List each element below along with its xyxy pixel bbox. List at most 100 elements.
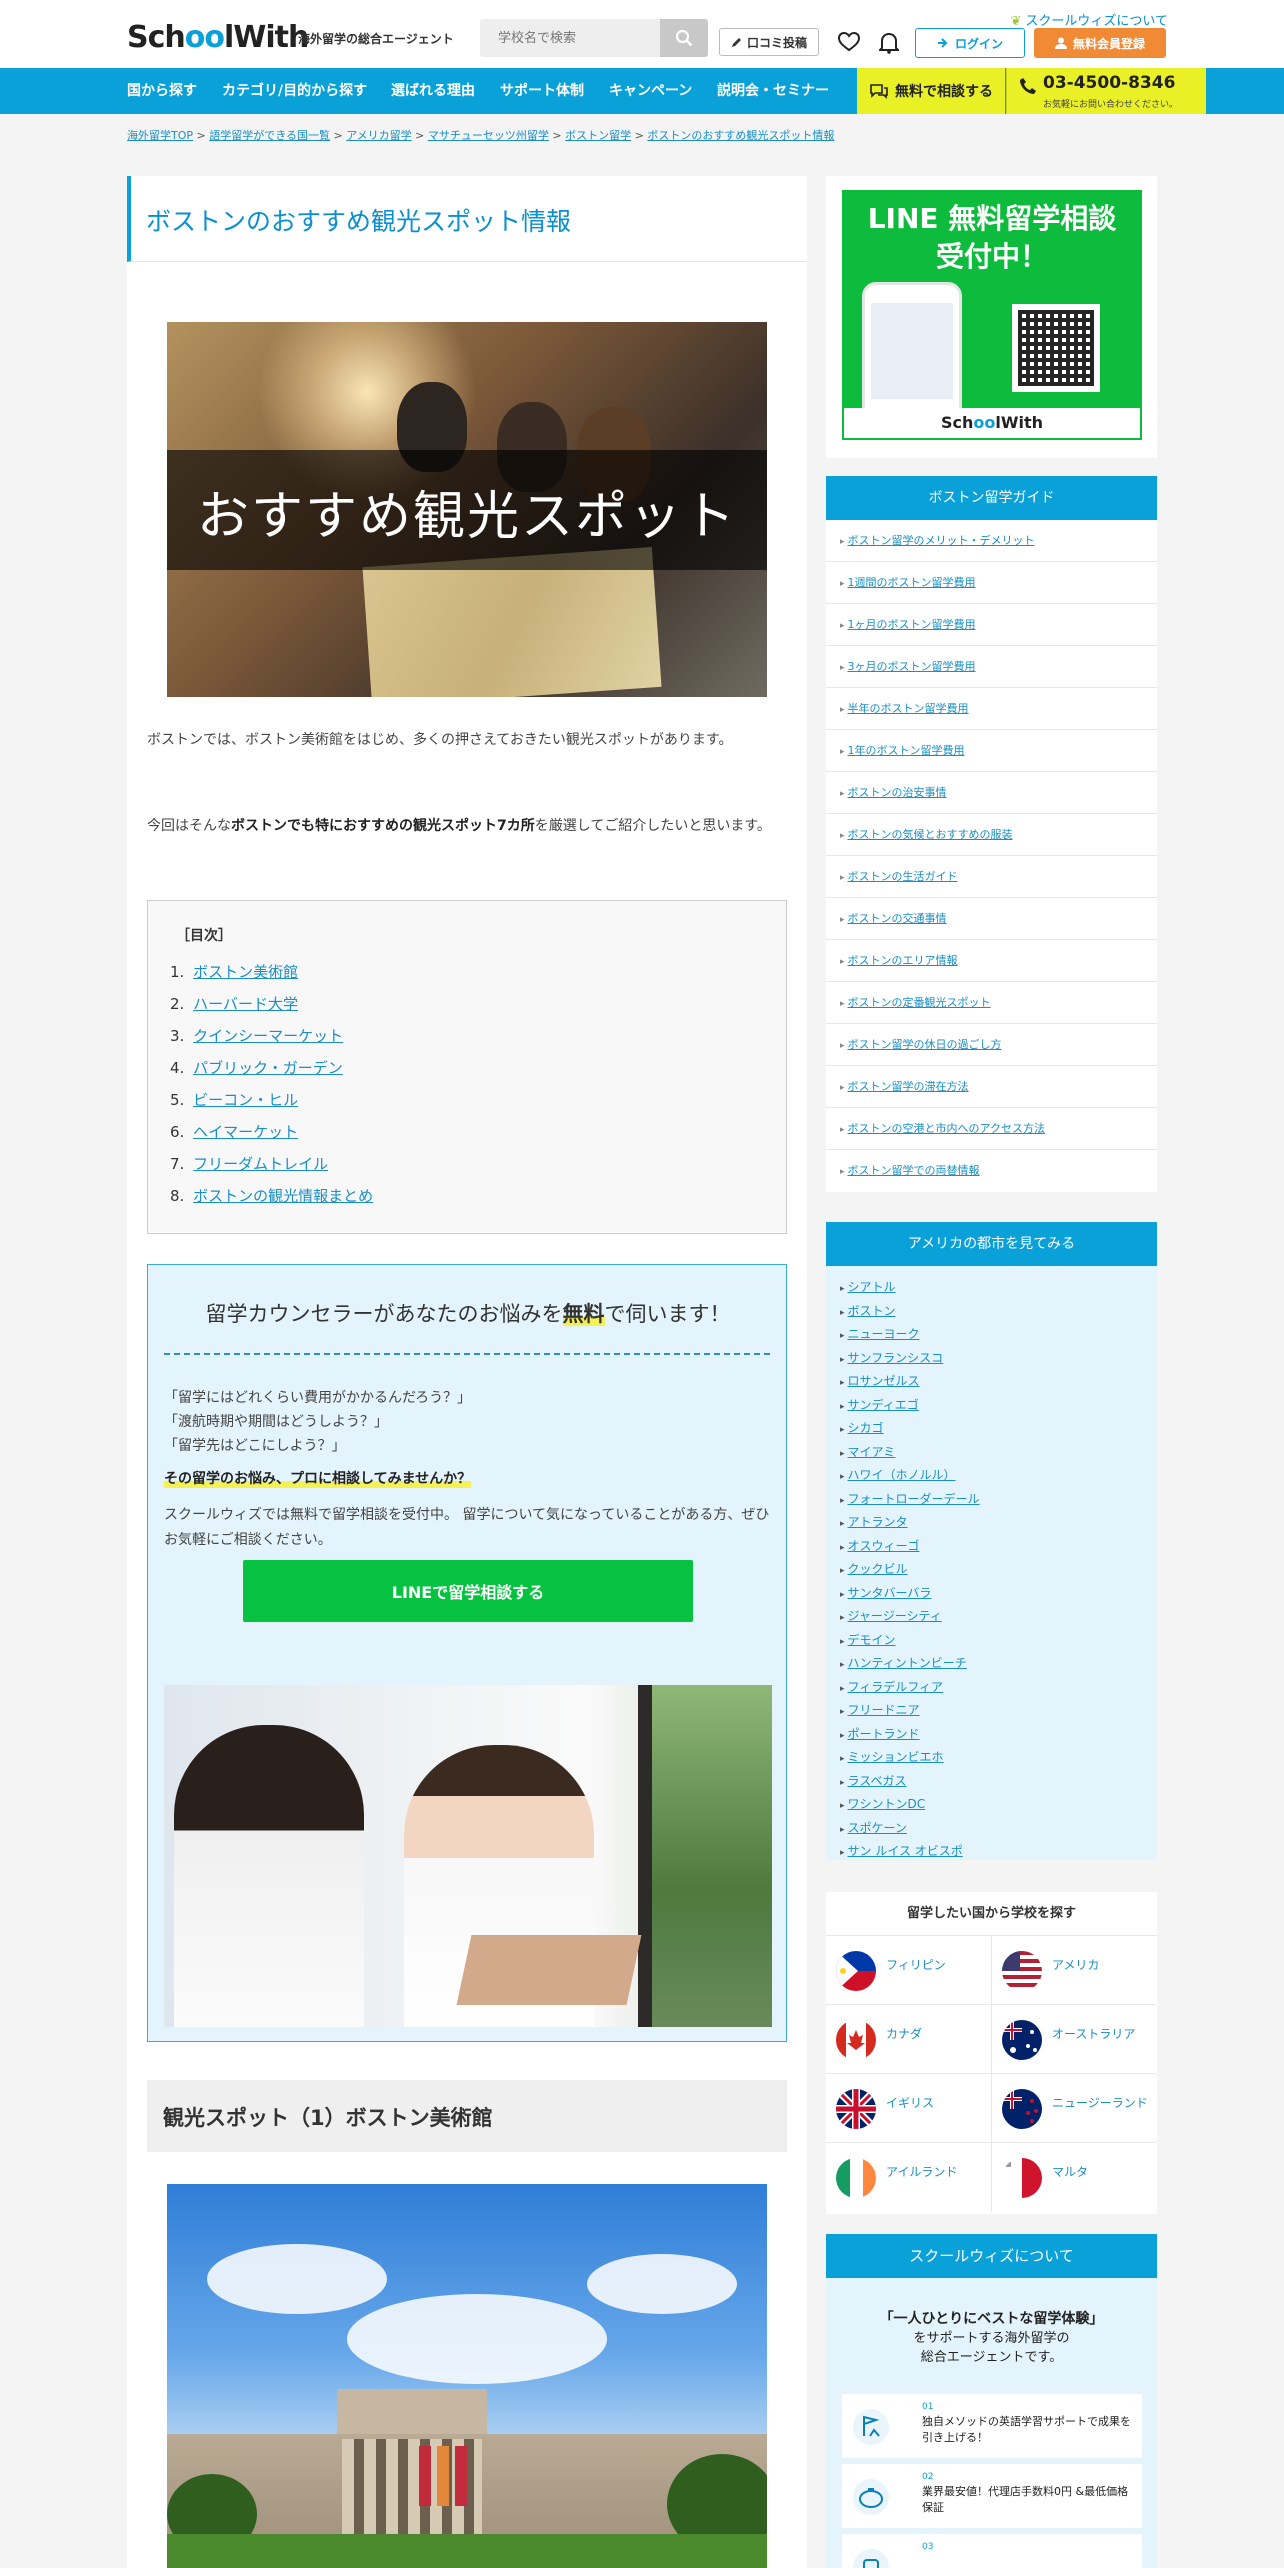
toc-link[interactable]: ビーコン・ヒル	[193, 1091, 298, 1109]
city-link[interactable]: ミッションビエホ	[848, 1750, 944, 1764]
toc-link[interactable]: ヘイマーケット	[193, 1123, 298, 1141]
guide-item: ボストンの生活ガイド	[826, 856, 1157, 898]
toc-link[interactable]: パブリック・ガーデン	[193, 1059, 343, 1077]
guide-link[interactable]: ボストンの空港と市内へのアクセス方法	[848, 1122, 1045, 1135]
free-consult-button[interactable]: 無料で相談する	[857, 68, 1005, 114]
nav-item-campaign[interactable]: キャンペーン	[609, 68, 692, 114]
nav-item-reasons[interactable]: 選ばれる理由	[391, 68, 475, 114]
city-link[interactable]: シアトル	[848, 1280, 896, 1294]
city-link[interactable]: ニューヨーク	[848, 1327, 920, 1341]
city-link[interactable]: ロサンゼルス	[848, 1374, 920, 1388]
ireland-flag-icon	[836, 2158, 876, 2198]
malta-flag-icon	[1002, 2158, 1042, 2198]
toc-title: ［目次］	[176, 928, 232, 944]
city-link[interactable]: サンタバーバラ	[848, 1586, 932, 1600]
guide-link[interactable]: 半年のボストン留学費用	[848, 702, 969, 715]
guide-link[interactable]: 3ヶ月のボストン留学費用	[848, 660, 976, 673]
guide-link[interactable]: ボストンの治安事情	[848, 786, 947, 799]
toc-link[interactable]: ボストン美術館	[193, 963, 298, 981]
city-link[interactable]: ラスベガス	[848, 1774, 907, 1788]
toc-link[interactable]: ハーバード大学	[193, 995, 298, 1013]
toc-link[interactable]: ボストンの観光情報まとめ	[193, 1187, 373, 1205]
city-link[interactable]: ハンティントンビーチ	[848, 1656, 967, 1670]
breadcrumb-current[interactable]: ボストンのおすすめ観光スポット情報	[647, 129, 834, 142]
country-item-usa[interactable]: アメリカ	[991, 1936, 1156, 2005]
guide-link[interactable]: 1年のボストン留学費用	[848, 744, 965, 757]
about-title: スクールウィズについて	[826, 2234, 1157, 2278]
about-card[interactable]: 02 業界最安値！代理店手数料0円 &最低価格保証	[842, 2464, 1142, 2528]
city-link[interactable]: クックビル	[848, 1562, 908, 1576]
login-button[interactable]: ログイン	[915, 28, 1025, 58]
country-item-uk[interactable]: イギリス	[826, 2074, 991, 2143]
city-link[interactable]: ポートランド	[848, 1727, 920, 1741]
guide-link[interactable]: 1ヶ月のボストン留学費用	[848, 618, 976, 631]
country-item-australia[interactable]: オーストラリア	[991, 2005, 1156, 2074]
city-link[interactable]: シカゴ	[848, 1421, 884, 1435]
breadcrumb-link[interactable]: 語学留学ができる国一覧	[209, 129, 330, 142]
city-link[interactable]: アトランタ	[848, 1515, 908, 1529]
breadcrumb-link[interactable]: ボストン留学	[565, 129, 631, 142]
city-item: ミッションビエホ	[840, 1748, 944, 1768]
guide-link[interactable]: ボストンの生活ガイド	[848, 870, 958, 883]
tagline: 海外留学の総合エージェント	[298, 32, 454, 46]
city-link[interactable]: フリードニア	[848, 1703, 920, 1717]
search-input[interactable]	[480, 19, 660, 57]
city-link[interactable]: スポケーン	[848, 1821, 907, 1835]
country-item-malta[interactable]: マルタ	[991, 2143, 1156, 2212]
country-item-canada[interactable]: カナダ	[826, 2005, 991, 2074]
search-button[interactable]	[660, 19, 708, 57]
country-item-philippines[interactable]: フィリピン	[826, 1936, 991, 2005]
guide-title: ボストン留学ガイド	[826, 476, 1157, 520]
guide-link[interactable]: ボストン留学の滞在方法	[848, 1080, 969, 1093]
city-link[interactable]: ハワイ（ホノルル）	[848, 1468, 956, 1482]
country-item-new-zealand[interactable]: ニュージーランド	[991, 2074, 1156, 2143]
about-link[interactable]: ❦ スクールウィズについて	[1010, 10, 1168, 29]
flag-person-icon	[853, 2409, 889, 2445]
guide-link[interactable]: ボストンのエリア情報	[848, 954, 958, 967]
review-button[interactable]: 口コミ投稿	[719, 28, 819, 56]
toc-link[interactable]: クインシーマーケット	[193, 1027, 343, 1045]
breadcrumb-link[interactable]: アメリカ留学	[346, 129, 411, 142]
toc-item: 6. ヘイマーケット	[170, 1123, 299, 1141]
city-link[interactable]: サン ルイス オビスポ	[848, 1844, 963, 1858]
city-link[interactable]: ワシントンDC	[848, 1797, 926, 1811]
phone-contact[interactable]: 03-4500-8346 お気軽にお問い合わせください。	[1006, 68, 1206, 114]
country-item-ireland[interactable]: アイルランド	[826, 2143, 991, 2212]
city-item: クックビル	[840, 1560, 908, 1580]
about-card[interactable]: 03	[842, 2534, 1142, 2568]
nav-item-seminar[interactable]: 説明会・セミナー	[717, 68, 829, 114]
line-consult-banner[interactable]: LINE 無料留学相談 受付中！ SchoolWith	[842, 190, 1142, 440]
line-consult-button[interactable]: LINEで留学相談する	[243, 1560, 693, 1622]
toc-link[interactable]: フリーダムトレイル	[193, 1155, 328, 1173]
breadcrumb-link[interactable]: 海外留学TOP	[127, 129, 193, 142]
register-button[interactable]: 無料会員登録	[1034, 28, 1166, 58]
guide-link[interactable]: 1週間のボストン留学費用	[848, 576, 976, 589]
about-card[interactable]: 01 独自メソッドの英語学習サポートで成果を引き上げる！	[842, 2394, 1142, 2458]
city-link[interactable]: デモイン	[848, 1633, 896, 1647]
guide-link[interactable]: ボストンの定番観光スポット	[848, 996, 991, 1009]
city-item: フリードニア	[840, 1701, 920, 1721]
guide-link[interactable]: ボストン留学での両替情報	[848, 1164, 980, 1177]
city-item: アトランタ	[840, 1513, 908, 1533]
bell-icon[interactable]	[879, 32, 899, 54]
city-link[interactable]: マイアミ	[848, 1445, 896, 1459]
city-link[interactable]: ジャージーシティ	[848, 1609, 942, 1623]
guide-link[interactable]: ボストンの気候とおすすめの服装	[848, 828, 1013, 841]
guide-link[interactable]: ボストン留学の休日の過ごし方	[848, 1038, 1002, 1051]
breadcrumb-link[interactable]: マサチューセッツ州留学	[428, 129, 549, 142]
heart-icon[interactable]	[838, 32, 860, 52]
city-link[interactable]: サンフランシスコ	[848, 1351, 944, 1365]
toc-item: 5. ビーコン・ヒル	[170, 1091, 299, 1109]
nav-item-category[interactable]: カテゴリ/目的から探す	[222, 68, 367, 114]
toc-item: 3. クインシーマーケット	[170, 1027, 344, 1045]
city-link[interactable]: フィラデルフィア	[848, 1680, 944, 1694]
city-link[interactable]: ボストン	[848, 1304, 896, 1318]
nav-item-support[interactable]: サポート体制	[500, 68, 584, 114]
nav-item-country[interactable]: 国から探す	[127, 68, 197, 114]
guide-link[interactable]: ボストン留学のメリット・デメリット	[848, 534, 1035, 547]
city-link[interactable]: フォートローダーデール	[848, 1492, 980, 1506]
city-link[interactable]: サンディエゴ	[848, 1398, 919, 1412]
guide-link[interactable]: ボストンの交通事情	[848, 912, 947, 925]
city-link[interactable]: オスウィーゴ	[848, 1539, 920, 1553]
logo[interactable]: SchoolWith	[127, 20, 309, 55]
